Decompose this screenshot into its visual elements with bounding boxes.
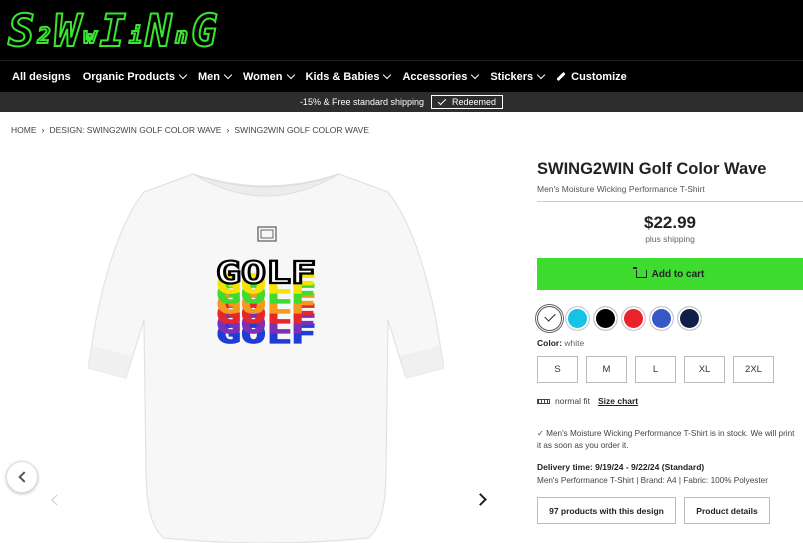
nav-item-label: Organic Products: [82, 70, 175, 83]
color-swatch-white[interactable]: [537, 306, 562, 331]
nav-item-label: Women: [242, 70, 283, 83]
redeemed-badge: Redeemed: [431, 95, 504, 109]
check-icon: ✓: [537, 429, 547, 438]
nav-item-label: All designs: [12, 70, 71, 83]
product-details-button[interactable]: Product details: [684, 497, 770, 524]
chevron-down-icon: [383, 70, 392, 80]
logo-letter: n: [174, 24, 189, 49]
redeemed-label: Redeemed: [452, 97, 497, 107]
color-swatch-black[interactable]: [593, 306, 618, 331]
chevron-down-icon: [223, 70, 233, 80]
nav-item-stickers[interactable]: Stickers: [490, 70, 546, 83]
golf-print: GOLFGOLFGOLFGOLFGOLFGOLFGOLF: [215, 255, 317, 351]
product-image: GOLFGOLFGOLFGOLFGOLFGOLFGOLF: [88, 173, 444, 543]
chevron-down-icon: [471, 70, 480, 80]
logo-letter: S: [7, 6, 36, 57]
nav-item-men[interactable]: Men: [197, 70, 233, 83]
nav-item-label: Stickers: [490, 70, 534, 83]
nav-item-label: Men: [197, 70, 220, 83]
logo-letter: i: [128, 24, 144, 49]
color-label-key: Color:: [537, 338, 563, 348]
size-option-l[interactable]: L: [635, 356, 676, 383]
color-swatch-royal-blue[interactable]: [649, 306, 674, 331]
delivery-time: Delivery time: 9/19/24 - 9/22/24 (Standa…: [537, 462, 705, 472]
shipping-note: plus shipping: [645, 234, 695, 244]
size-option-2xl[interactable]: 2XL: [733, 356, 774, 383]
logo[interactable]: S2WwIiNnG: [7, 6, 219, 57]
previous-arrow-icon[interactable]: [51, 494, 63, 506]
product-subtitle: Men's Moisture Wicking Performance T-Shi…: [537, 184, 705, 194]
breadcrumb-separator-icon: ›: [226, 125, 230, 135]
stock-info: ✓ Men's Moisture Wicking Performance T-S…: [537, 428, 799, 452]
logo-letter: N: [144, 6, 173, 57]
nav-item-label: Customize: [571, 70, 627, 83]
previous-image-button[interactable]: [6, 461, 38, 493]
header-logo-bar: S2WwIiNnG: [0, 0, 803, 60]
size-option-xl[interactable]: XL: [684, 356, 725, 383]
ruler-icon: [537, 398, 550, 404]
color-swatches: [537, 306, 705, 331]
breadcrumb-design[interactable]: DESIGN: SWING2WIN GOLF COLOR WAVE: [50, 125, 222, 135]
color-swatch-navy[interactable]: [677, 306, 702, 331]
nav-item-label: Kids & Babies: [305, 70, 380, 83]
fit-label: normal fit: [555, 396, 590, 406]
fit-info: normal fit Size chart: [537, 396, 638, 406]
check-icon: [544, 310, 556, 322]
logo-letter: 2: [36, 24, 52, 49]
logo-letter: I: [99, 6, 127, 57]
color-swatch-turquoise[interactable]: [565, 306, 590, 331]
nav-item-all-designs[interactable]: All designs: [12, 71, 71, 83]
color-value: white: [564, 338, 585, 348]
brush-icon: [556, 71, 566, 82]
product-title: SWING2WIN Golf Color Wave: [537, 160, 767, 178]
product-details-text: Men's Performance T-Shirt | Brand: A4 | …: [537, 476, 768, 485]
stock-text: Men's Moisture Wicking Performance T-Shi…: [537, 429, 795, 450]
breadcrumb-separator-icon: ›: [41, 125, 45, 135]
color-swatch-red[interactable]: [621, 306, 646, 331]
product-actions: 97 products with this design Product det…: [537, 497, 778, 524]
product-info: SWING2WIN Golf Color Wave Men's Moisture…: [537, 160, 803, 524]
products-with-design-button[interactable]: 97 products with this design: [537, 497, 676, 524]
add-to-cart-button[interactable]: Add to cart: [537, 258, 803, 290]
next-arrow-icon[interactable]: [474, 493, 487, 506]
nav-item-organic-products[interactable]: Organic Products: [82, 70, 188, 83]
promo-bar: -15% & Free standard shipping Redeemed: [0, 92, 803, 112]
color-label: Color: white: [537, 338, 584, 348]
breadcrumb: HOME › DESIGN: SWING2WIN GOLF COLOR WAVE…: [11, 125, 369, 135]
chevron-left-icon: [17, 471, 30, 483]
nav-item-label: Accessories: [402, 70, 468, 83]
nav-item-kids-babies[interactable]: Kids & Babies: [305, 70, 392, 83]
nav-item-accessories[interactable]: Accessories: [402, 70, 480, 83]
cart-icon: [632, 267, 647, 278]
add-to-cart-label: Add to cart: [651, 268, 705, 280]
breadcrumb-home[interactable]: HOME: [11, 125, 37, 135]
logo-letter: w: [82, 24, 98, 49]
nav-item-customize[interactable]: Customize: [556, 71, 627, 83]
breadcrumb-current: SWING2WIN GOLF COLOR WAVE: [234, 125, 369, 135]
promo-text: -15% & Free standard shipping: [299, 97, 425, 107]
logo-letter: W: [53, 6, 82, 57]
nav-item-women[interactable]: Women: [242, 70, 295, 83]
check-icon: [437, 96, 447, 106]
chevron-down-icon: [286, 70, 295, 80]
golf-print-line: GOLF: [216, 256, 316, 291]
size-option-m[interactable]: M: [586, 356, 627, 383]
main-nav: All designs Organic Products Men Women Kids …: [0, 60, 803, 92]
product-price: $22.99: [644, 213, 696, 232]
size-chart-link[interactable]: Size chart: [598, 396, 638, 406]
chevron-down-icon: [536, 70, 546, 80]
chevron-down-icon: [178, 70, 188, 80]
size-selector: S M L XL 2XL: [537, 356, 782, 383]
divider: [537, 201, 803, 202]
size-option-s[interactable]: S: [537, 356, 578, 383]
product-image-gallery: GOLF GOLF GOLF GOLF GOLF GOLF GOLF: [0, 150, 520, 543]
logo-letter: G: [190, 6, 219, 57]
